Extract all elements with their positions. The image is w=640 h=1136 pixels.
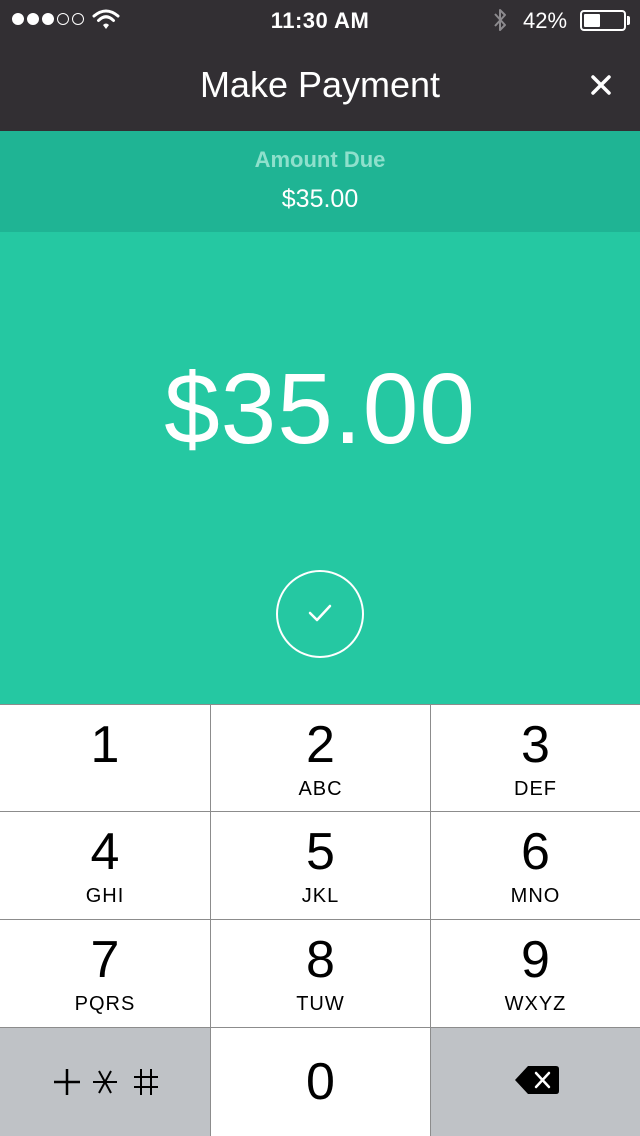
delete-key[interactable] [431, 1028, 640, 1136]
key-digit: 9 [521, 931, 550, 989]
status-bar: 11:30 AM 42% [0, 0, 640, 40]
amount-due-label: Amount Due [254, 147, 386, 172]
key-digit: 2 [306, 716, 335, 774]
key-digit: 3 [521, 716, 550, 774]
battery-percent: 42% [523, 8, 568, 33]
key-2[interactable]: 2 ABC [211, 705, 430, 811]
check-icon [308, 604, 331, 621]
close-icon[interactable] [586, 70, 616, 100]
key-digit: 6 [521, 823, 550, 881]
page-title: Make Payment [199, 64, 441, 105]
backspace-icon [515, 1066, 559, 1094]
amount-due-banner: Amount Due $35.00 [0, 131, 640, 232]
key-7[interactable]: 7 PQRS [0, 920, 210, 1027]
key-digit: 7 [90, 931, 120, 989]
key-digit: 8 [306, 931, 335, 989]
key-letters: WXYZ [504, 993, 567, 1015]
key-letters: DEF [514, 778, 557, 800]
key-letters: ABC [298, 778, 343, 800]
key-letters: PQRS [74, 993, 136, 1015]
key-digit: 4 [90, 823, 120, 881]
bluetooth-icon [494, 9, 506, 31]
key-3[interactable]: 3 DEF [431, 705, 640, 811]
key-4[interactable]: 4 GHI [0, 812, 210, 919]
key-letters: MNO [510, 885, 561, 907]
key-5[interactable]: 5 JKL [211, 812, 430, 919]
key-0[interactable]: 0 [211, 1028, 430, 1136]
amount-entry-panel: $35.00 [0, 232, 640, 704]
key-6[interactable]: 6 MNO [431, 812, 640, 919]
plus-star-hash-icon [54, 1069, 158, 1095]
payment-amount: $35.00 [164, 353, 476, 465]
confirm-button[interactable] [276, 570, 364, 658]
key-9[interactable]: 9 WXYZ [431, 920, 640, 1027]
key-digit: 1 [90, 716, 120, 774]
amount-due-value: $35.00 [281, 185, 359, 213]
key-8[interactable]: 8 TUW [211, 920, 430, 1027]
key-letters: TUW [296, 993, 345, 1015]
numeric-keypad: 1 2 ABC 3 DEF 4 GHI 5 JKL 6 MNO 7 PQRS 8… [0, 704, 640, 1136]
key-1[interactable]: 1 [0, 705, 210, 811]
top-bar: 11:30 AM 42% Make Payment [0, 0, 640, 131]
battery-icon [580, 10, 626, 31]
key-letters: GHI [85, 885, 125, 907]
key-digit: 5 [306, 823, 335, 881]
key-letters: JKL [301, 885, 340, 907]
key-digit: 0 [306, 1053, 335, 1111]
symbols-key[interactable] [0, 1028, 210, 1136]
battery-tip [627, 16, 630, 25]
